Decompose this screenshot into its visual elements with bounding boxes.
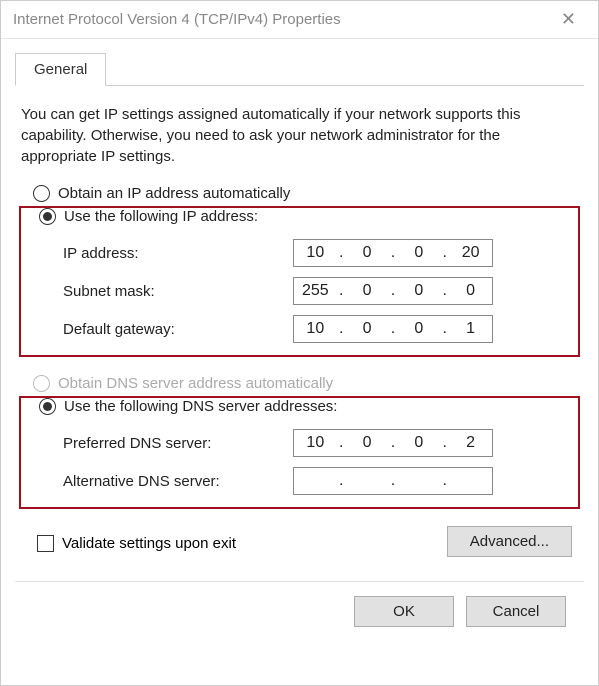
dialog-buttons: OK Cancel <box>15 581 584 641</box>
radio-icon <box>33 185 50 202</box>
tab-row: General <box>15 53 584 86</box>
advanced-row: Advanced... <box>15 526 584 557</box>
subnet-mask-label: Subnet mask: <box>63 283 293 300</box>
dialog-content: General You can get IP settings assigned… <box>1 39 598 685</box>
subnet-mask-row: Subnet mask: 255. 0. 0. 0 <box>63 277 564 305</box>
titlebar: Internet Protocol Version 4 (TCP/IPv4) P… <box>1 1 598 39</box>
default-gateway-label: Default gateway: <box>63 321 293 338</box>
radio-obtain-ip-auto[interactable]: Obtain an IP address automatically <box>33 185 584 202</box>
ok-button[interactable]: OK <box>354 596 454 627</box>
radio-obtain-dns-auto: Obtain DNS server address automatically <box>33 375 584 392</box>
close-icon[interactable]: ✕ <box>551 9 586 30</box>
cancel-button[interactable]: Cancel <box>466 596 566 627</box>
alt-dns-row: Alternative DNS server: . . . <box>63 467 564 495</box>
default-gateway-row: Default gateway: 10. 0. 0. 1 <box>63 315 564 343</box>
radio-label: Use the following DNS server addresses: <box>64 398 337 415</box>
radio-icon <box>39 208 56 225</box>
preferred-dns-row: Preferred DNS server: 10. 0. 0. 2 <box>63 429 564 457</box>
dns-settings-group: Use the following DNS server addresses: … <box>19 396 580 509</box>
tab-general[interactable]: General <box>15 53 106 86</box>
default-gateway-input[interactable]: 10. 0. 0. 1 <box>293 315 493 343</box>
radio-use-ip[interactable]: Use the following IP address: <box>39 208 264 225</box>
radio-use-dns[interactable]: Use the following DNS server addresses: <box>39 398 343 415</box>
radio-icon <box>33 375 50 392</box>
radio-label: Obtain an IP address automatically <box>58 185 290 202</box>
radio-label: Obtain DNS server address automatically <box>58 375 333 392</box>
preferred-dns-label: Preferred DNS server: <box>63 435 293 452</box>
radio-label: Use the following IP address: <box>64 208 258 225</box>
ip-address-label: IP address: <box>63 245 293 262</box>
radio-icon <box>39 398 56 415</box>
subnet-mask-input[interactable]: 255. 0. 0. 0 <box>293 277 493 305</box>
alt-dns-label: Alternative DNS server: <box>63 473 293 490</box>
alt-dns-input[interactable]: . . . <box>293 467 493 495</box>
dialog-title: Internet Protocol Version 4 (TCP/IPv4) P… <box>13 11 341 28</box>
ip-settings-group: Use the following IP address: IP address… <box>19 206 580 357</box>
ip-address-input[interactable]: 10. 0. 0. 20 <box>293 239 493 267</box>
properties-dialog: Internet Protocol Version 4 (TCP/IPv4) P… <box>0 0 599 686</box>
ip-address-row: IP address: 10. 0. 0. 20 <box>63 239 564 267</box>
description-text: You can get IP settings assigned automat… <box>21 104 578 167</box>
preferred-dns-input[interactable]: 10. 0. 0. 2 <box>293 429 493 457</box>
advanced-button[interactable]: Advanced... <box>447 526 572 557</box>
